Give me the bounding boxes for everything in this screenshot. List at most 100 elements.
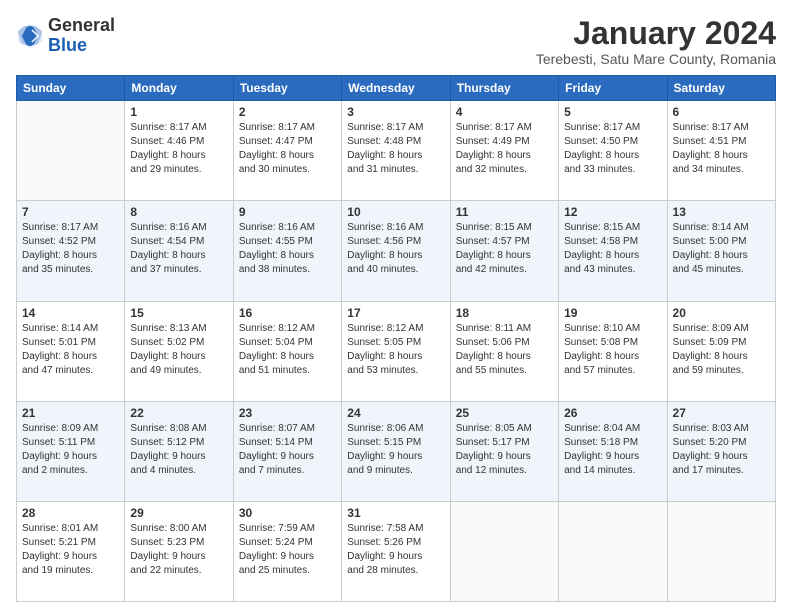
day-number: 7 — [22, 205, 119, 219]
calendar-cell — [559, 501, 667, 601]
calendar-cell: 27 Sunrise: 8:03 AMSunset: 5:20 PMDayligh… — [667, 401, 775, 501]
day-number: 20 — [673, 306, 770, 320]
calendar-header-tuesday: Tuesday — [233, 76, 341, 101]
calendar-cell — [17, 101, 125, 201]
calendar-cell: 5 Sunrise: 8:17 AMSunset: 4:50 PMDaylight… — [559, 101, 667, 201]
calendar-cell — [450, 501, 558, 601]
calendar-cell: 26 Sunrise: 8:04 AMSunset: 5:18 PMDayligh… — [559, 401, 667, 501]
day-number: 16 — [239, 306, 336, 320]
logo: General Blue — [16, 16, 115, 56]
day-info: Sunrise: 8:06 AMSunset: 5:15 PMDaylight:… — [347, 422, 444, 478]
calendar-header-row: SundayMondayTuesdayWednesdayThursdayFrid… — [17, 76, 776, 101]
calendar-header-saturday: Saturday — [667, 76, 775, 101]
day-info: Sunrise: 8:00 AMSunset: 5:23 PMDaylight:… — [130, 522, 227, 578]
logo-text: General Blue — [48, 16, 115, 56]
day-number: 27 — [673, 406, 770, 420]
calendar-cell: 4Sunrise: 8:17 AMSunset: 4:49 PMDaylight… — [450, 101, 558, 201]
day-info: Sunrise: 8:17 AMSunset: 4:51 PMDaylight:… — [673, 121, 770, 177]
calendar-cell: 6 Sunrise: 8:17 AMSunset: 4:51 PMDaylight… — [667, 101, 775, 201]
main-title: January 2024 — [536, 16, 776, 51]
calendar-week-row: 7Sunrise: 8:17 AMSunset: 4:52 PMDaylight… — [17, 201, 776, 301]
day-number: 12 — [564, 205, 661, 219]
title-block: January 2024 Terebesti, Satu Mare County… — [536, 16, 776, 67]
calendar-week-row: 1Sunrise: 8:17 AMSunset: 4:46 PMDaylight… — [17, 101, 776, 201]
day-info: Sunrise: 8:08 AMSunset: 5:12 PMDaylight:… — [130, 422, 227, 478]
calendar-cell: 16 Sunrise: 8:12 AMSunset: 5:04 PMDayligh… — [233, 301, 341, 401]
day-info: Sunrise: 8:17 AMSunset: 4:50 PMDaylight:… — [564, 121, 661, 177]
calendar-cell: 9Sunrise: 8:16 AMSunset: 4:55 PMDaylight… — [233, 201, 341, 301]
calendar-cell: 22 Sunrise: 8:08 AMSunset: 5:12 PMDayligh… — [125, 401, 233, 501]
day-number: 22 — [130, 406, 227, 420]
calendar-cell: 7Sunrise: 8:17 AMSunset: 4:52 PMDaylight… — [17, 201, 125, 301]
calendar-cell: 24 Sunrise: 8:06 AMSunset: 5:15 PMDayligh… — [342, 401, 450, 501]
day-number: 13 — [673, 205, 770, 219]
day-info: Sunrise: 8:04 AMSunset: 5:18 PMDaylight:… — [564, 422, 661, 478]
day-number: 18 — [456, 306, 553, 320]
calendar-cell: 8 Sunrise: 8:16 AMSunset: 4:54 PMDaylight… — [125, 201, 233, 301]
day-info: Sunrise: 8:17 AMSunset: 4:46 PMDaylight:… — [130, 121, 227, 177]
day-info: Sunrise: 8:17 AMSunset: 4:47 PMDaylight:… — [239, 121, 336, 177]
day-number: 8 — [130, 205, 227, 219]
calendar-cell: 15 Sunrise: 8:13 AMSunset: 5:02 PMDayligh… — [125, 301, 233, 401]
calendar-header-friday: Friday — [559, 76, 667, 101]
calendar-cell: 19 Sunrise: 8:10 AMSunset: 5:08 PMDayligh… — [559, 301, 667, 401]
day-number: 3 — [347, 105, 444, 119]
day-info: Sunrise: 7:59 AMSunset: 5:24 PMDaylight:… — [239, 522, 336, 578]
calendar-cell — [667, 501, 775, 601]
calendar-header-wednesday: Wednesday — [342, 76, 450, 101]
day-info: Sunrise: 8:12 AMSunset: 5:04 PMDaylight:… — [239, 322, 336, 378]
calendar-cell: 28Sunrise: 8:01 AMSunset: 5:21 PMDayligh… — [17, 501, 125, 601]
day-number: 15 — [130, 306, 227, 320]
day-number: 23 — [239, 406, 336, 420]
calendar-header-sunday: Sunday — [17, 76, 125, 101]
calendar-cell: 12 Sunrise: 8:15 AMSunset: 4:58 PMDayligh… — [559, 201, 667, 301]
day-info: Sunrise: 8:05 AMSunset: 5:17 PMDaylight:… — [456, 422, 553, 478]
day-number: 5 — [564, 105, 661, 119]
calendar-week-row: 21Sunrise: 8:09 AMSunset: 5:11 PMDayligh… — [17, 401, 776, 501]
day-number: 2 — [239, 105, 336, 119]
calendar-cell: 31Sunrise: 7:58 AMSunset: 5:26 PMDayligh… — [342, 501, 450, 601]
day-number: 24 — [347, 406, 444, 420]
subtitle: Terebesti, Satu Mare County, Romania — [536, 51, 776, 67]
calendar-cell: 3 Sunrise: 8:17 AMSunset: 4:48 PMDaylight… — [342, 101, 450, 201]
day-info: Sunrise: 8:16 AMSunset: 4:55 PMDaylight:… — [239, 221, 336, 277]
day-number: 19 — [564, 306, 661, 320]
day-info: Sunrise: 8:16 AMSunset: 4:54 PMDaylight:… — [130, 221, 227, 277]
calendar-header-monday: Monday — [125, 76, 233, 101]
day-number: 25 — [456, 406, 553, 420]
day-number: 14 — [22, 306, 119, 320]
day-info: Sunrise: 8:10 AMSunset: 5:08 PMDaylight:… — [564, 322, 661, 378]
calendar-cell: 25 Sunrise: 8:05 AMSunset: 5:17 PMDayligh… — [450, 401, 558, 501]
day-info: Sunrise: 8:15 AMSunset: 4:58 PMDaylight:… — [564, 221, 661, 277]
header: General Blue January 2024 Terebesti, Sat… — [16, 16, 776, 67]
day-number: 29 — [130, 506, 227, 520]
day-number: 4 — [456, 105, 553, 119]
calendar-cell: 2 Sunrise: 8:17 AMSunset: 4:47 PMDaylight… — [233, 101, 341, 201]
day-number: 30 — [239, 506, 336, 520]
calendar-cell: 14Sunrise: 8:14 AMSunset: 5:01 PMDayligh… — [17, 301, 125, 401]
calendar-cell: 1Sunrise: 8:17 AMSunset: 4:46 PMDaylight… — [125, 101, 233, 201]
calendar-cell: 30 Sunrise: 7:59 AMSunset: 5:24 PMDayligh… — [233, 501, 341, 601]
day-info: Sunrise: 8:16 AMSunset: 4:56 PMDaylight:… — [347, 221, 444, 277]
calendar-cell: 21Sunrise: 8:09 AMSunset: 5:11 PMDayligh… — [17, 401, 125, 501]
calendar-week-row: 28Sunrise: 8:01 AMSunset: 5:21 PMDayligh… — [17, 501, 776, 601]
calendar-cell: 10 Sunrise: 8:16 AMSunset: 4:56 PMDayligh… — [342, 201, 450, 301]
day-info: Sunrise: 8:13 AMSunset: 5:02 PMDaylight:… — [130, 322, 227, 378]
page: General Blue January 2024 Terebesti, Sat… — [0, 0, 792, 612]
day-number: 6 — [673, 105, 770, 119]
day-info: Sunrise: 8:03 AMSunset: 5:20 PMDaylight:… — [673, 422, 770, 478]
calendar-header-thursday: Thursday — [450, 76, 558, 101]
day-number: 17 — [347, 306, 444, 320]
day-info: Sunrise: 8:17 AMSunset: 4:48 PMDaylight:… — [347, 121, 444, 177]
day-number: 21 — [22, 406, 119, 420]
day-number: 10 — [347, 205, 444, 219]
logo-icon — [16, 22, 44, 50]
day-info: Sunrise: 7:58 AMSunset: 5:26 PMDaylight:… — [347, 522, 444, 578]
day-info: Sunrise: 8:14 AMSunset: 5:00 PMDaylight:… — [673, 221, 770, 277]
calendar-cell: 23 Sunrise: 8:07 AMSunset: 5:14 PMDayligh… — [233, 401, 341, 501]
day-number: 26 — [564, 406, 661, 420]
calendar-cell: 13 Sunrise: 8:14 AMSunset: 5:00 PMDayligh… — [667, 201, 775, 301]
day-info: Sunrise: 8:15 AMSunset: 4:57 PMDaylight:… — [456, 221, 553, 277]
day-info: Sunrise: 8:07 AMSunset: 5:14 PMDaylight:… — [239, 422, 336, 478]
calendar-cell: 17Sunrise: 8:12 AMSunset: 5:05 PMDayligh… — [342, 301, 450, 401]
